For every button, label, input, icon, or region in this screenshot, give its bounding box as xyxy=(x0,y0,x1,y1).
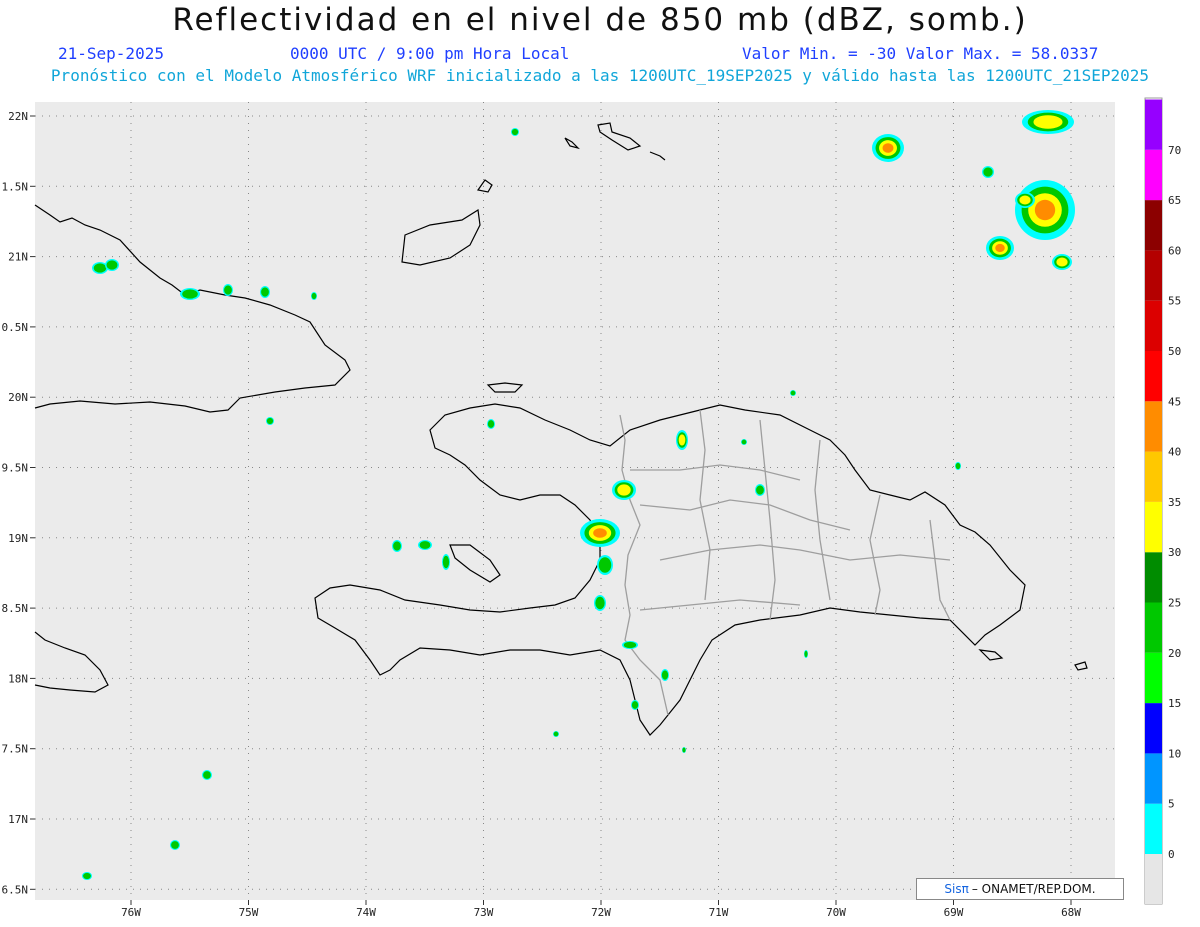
lat-label: 8.5N xyxy=(2,602,29,615)
reflectivity-cell xyxy=(682,747,686,753)
reflectivity-cell xyxy=(311,292,317,300)
reflectivity-cell xyxy=(1034,199,1056,221)
lat-label: 20N xyxy=(8,391,28,404)
colorbar-label: 15 xyxy=(1168,697,1181,710)
reflectivity-cell xyxy=(511,128,519,136)
colorbar-label: 45 xyxy=(1168,395,1181,408)
lon-label: 73W xyxy=(474,906,494,919)
colorbar-label: 30 xyxy=(1168,546,1181,559)
reflectivity-cell xyxy=(790,390,796,396)
reflectivity-cell xyxy=(553,731,559,737)
reflectivity-cell xyxy=(1033,115,1063,129)
colorbar-label: 25 xyxy=(1168,597,1181,610)
reflectivity-cell xyxy=(106,260,118,270)
colorbar-swatch xyxy=(1145,99,1162,150)
reflectivity-cell xyxy=(678,434,686,446)
reflectivity-cell xyxy=(203,771,211,779)
reflectivity-cell xyxy=(487,420,495,428)
colorbar-swatch xyxy=(1145,200,1162,251)
lon-label: 71W xyxy=(709,906,729,919)
lon-label: 68W xyxy=(1061,906,1081,919)
sispi-logo: Sisπ xyxy=(944,882,969,896)
reflectivity-cell xyxy=(261,287,269,297)
lon-label: 69W xyxy=(944,906,964,919)
reflectivity-cell xyxy=(1056,257,1068,267)
reflectivity-cell xyxy=(623,641,637,649)
reflectivity-cell xyxy=(442,555,450,569)
reflectivity-map: 22N 1.5N 21N 0.5N 20N 9.5N 19N 8.5N 18N 7.5N 17N 6.… xyxy=(2,97,1181,919)
reflectivity-cell xyxy=(182,289,198,299)
colorbar-swatch xyxy=(1145,351,1162,402)
lat-label: 22N xyxy=(8,110,28,123)
reflectivity-cell xyxy=(756,485,764,495)
lat-label: 18N xyxy=(8,672,28,685)
reflectivity-cell xyxy=(995,243,1005,253)
reflectivity-cell xyxy=(955,462,961,470)
colorbar-label: 10 xyxy=(1168,747,1181,760)
colorbar-swatch xyxy=(1145,602,1162,653)
lat-label: 17N xyxy=(8,813,28,826)
colorbar-swatch xyxy=(1145,803,1162,854)
reflectivity-cell xyxy=(983,167,993,177)
latitude-labels: 22N 1.5N 21N 0.5N 20N 9.5N 19N 8.5N 18N 7.5N 17N 6.… xyxy=(2,110,29,896)
reflectivity-cell xyxy=(171,841,179,849)
colorbar-label: 65 xyxy=(1168,194,1181,207)
reflectivity-cell xyxy=(1019,195,1031,205)
reflectivity-cell xyxy=(617,484,631,496)
reflectivity-cell xyxy=(266,417,274,425)
colorbar-swatch xyxy=(1145,401,1162,452)
colorbar-label: 0 xyxy=(1168,848,1175,861)
lon-label: 70W xyxy=(826,906,846,919)
colorbar-label: 35 xyxy=(1168,496,1181,509)
lon-label: 75W xyxy=(239,906,259,919)
colorbar-swatch xyxy=(1145,451,1162,502)
reflectivity-cell xyxy=(661,670,669,680)
colorbar-label: 20 xyxy=(1168,647,1181,660)
lon-label: 76W xyxy=(121,906,141,919)
colorbar-label: 5 xyxy=(1168,798,1175,811)
colorbar-swatch xyxy=(1145,652,1162,704)
credit-text: – ONAMET/REP.DOM. xyxy=(971,882,1096,896)
colorbar: 0 5 10 15 20 25 30 35 40 45 50 55 60 65 70 xyxy=(1145,99,1181,861)
lat-label: 7.5N xyxy=(2,743,29,756)
colorbar-label: 60 xyxy=(1168,244,1181,257)
reflectivity-cell xyxy=(804,650,808,658)
reflectivity-cell xyxy=(631,701,639,709)
colorbar-label: 55 xyxy=(1168,295,1181,308)
lat-label: 19N xyxy=(8,532,28,545)
colorbar-swatch xyxy=(1145,703,1162,754)
reflectivity-cell xyxy=(593,528,607,538)
colorbar-below-zero xyxy=(1145,854,1162,904)
colorbar-swatch xyxy=(1145,753,1162,804)
reflectivity-cell xyxy=(598,557,612,573)
colorbar-label: 50 xyxy=(1168,345,1181,358)
colorbar-swatch xyxy=(1145,552,1162,603)
reflectivity-cell xyxy=(741,439,747,445)
reflectivity-cell xyxy=(595,596,605,610)
lat-label: 21N xyxy=(8,251,28,264)
lat-label: 1.5N xyxy=(2,180,29,193)
colorbar-label: 70 xyxy=(1168,144,1181,157)
colorbar-swatch xyxy=(1145,501,1162,553)
longitude-labels: 76W 75W 74W 73W 72W 71W 70W 69W 68W xyxy=(121,906,1081,919)
reflectivity-cell xyxy=(93,263,107,273)
colorbar-swatch xyxy=(1145,300,1162,351)
colorbar-swatch xyxy=(1145,149,1162,201)
reflectivity-cell xyxy=(224,285,232,295)
lat-label: 9.5N xyxy=(2,462,29,475)
reflectivity-cell xyxy=(83,872,91,880)
lat-label: 6.5N xyxy=(2,883,29,896)
reflectivity-cell xyxy=(882,143,894,153)
lat-label: 0.5N xyxy=(2,321,29,334)
lon-label: 72W xyxy=(591,906,611,919)
reflectivity-cell xyxy=(393,541,401,551)
colorbar-swatch xyxy=(1145,250,1162,301)
reflectivity-cell xyxy=(419,541,431,549)
lon-label: 74W xyxy=(356,906,376,919)
credit-box: Sisπ – ONAMET/REP.DOM. xyxy=(916,878,1124,900)
colorbar-label: 40 xyxy=(1168,446,1181,459)
